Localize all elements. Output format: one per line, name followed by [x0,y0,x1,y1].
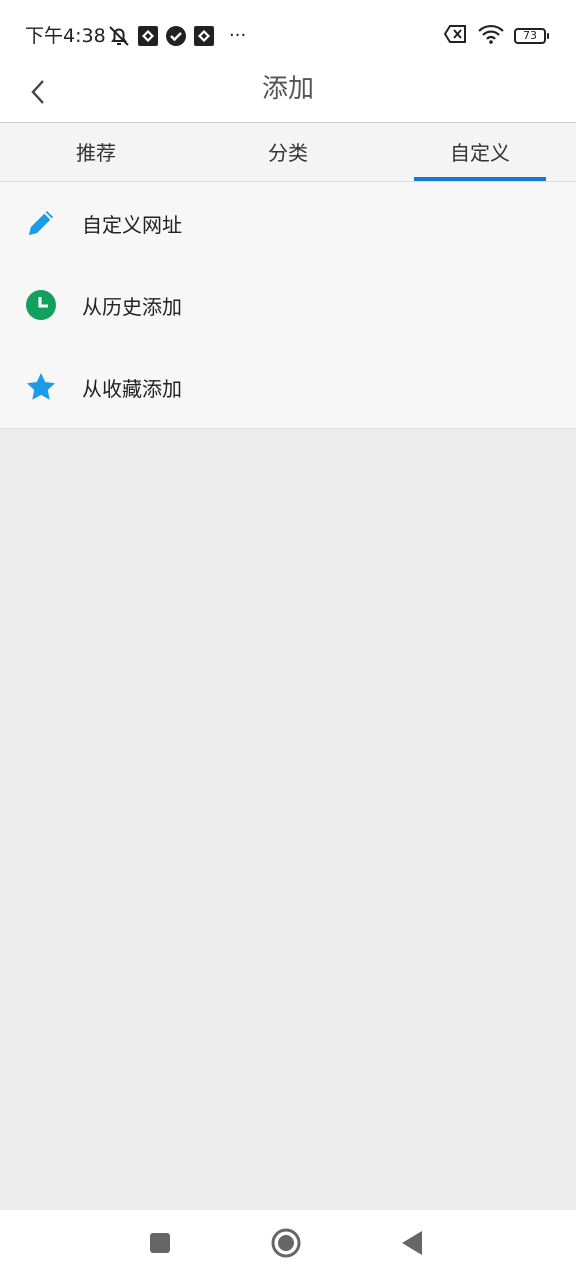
list-item-label: 从历史添加 [82,294,182,319]
screen: 下午4:38 ··· 73 添加 推荐 分类 自定义 自定义网址 从历史添加 从… [0,0,576,1280]
page-title: 添加 [261,74,314,104]
tab-recommended[interactable]: 推荐 [0,123,192,181]
system-nav-bar [0,1210,576,1280]
tab-label: 分类 [268,141,308,165]
battery-level: 73 [523,29,537,42]
home-circle-icon [270,1227,302,1263]
clock-icon [0,264,82,346]
active-tab-indicator [414,177,546,181]
title-bar: 添加 [0,66,576,123]
recents-square-icon [148,1231,172,1259]
mute-icon [107,24,131,48]
tab-custom[interactable]: 自定义 [384,123,576,181]
tab-category[interactable]: 分类 [192,123,384,181]
more-icon: ··· [229,25,247,46]
pencil-icon [0,182,82,264]
list-item-label: 从收藏添加 [82,376,182,401]
status-right-icons: 73 [443,23,549,49]
status-time: 下午4:38 [25,25,106,47]
recents-button[interactable] [142,1227,178,1263]
app-notification-icon [137,25,159,47]
star-icon [0,346,82,428]
wifi-icon [478,23,504,49]
app-notification-icon [193,25,215,47]
tab-bar: 推荐 分类 自定义 [0,123,576,182]
list-item-from-history[interactable]: 从历史添加 [0,264,576,346]
list-item-custom-url[interactable]: 自定义网址 [0,182,576,264]
add-options-list: 自定义网址 从历史添加 从收藏添加 [0,182,576,429]
list-item-from-favorites[interactable]: 从收藏添加 [0,346,576,428]
home-button[interactable] [268,1227,304,1263]
chevron-left-icon [28,77,48,111]
status-bar: 下午4:38 ··· 73 [0,0,576,66]
nav-back-button[interactable] [394,1227,430,1263]
tab-label: 推荐 [76,141,116,165]
check-badge-icon [165,25,187,47]
back-triangle-icon [400,1230,424,1260]
battery-icon: 73 [514,28,549,44]
back-button[interactable] [18,72,58,116]
sim-disabled-icon [443,24,468,48]
list-item-label: 自定义网址 [82,212,182,237]
tab-label: 自定义 [450,141,510,165]
status-left-icons: ··· [107,24,246,48]
